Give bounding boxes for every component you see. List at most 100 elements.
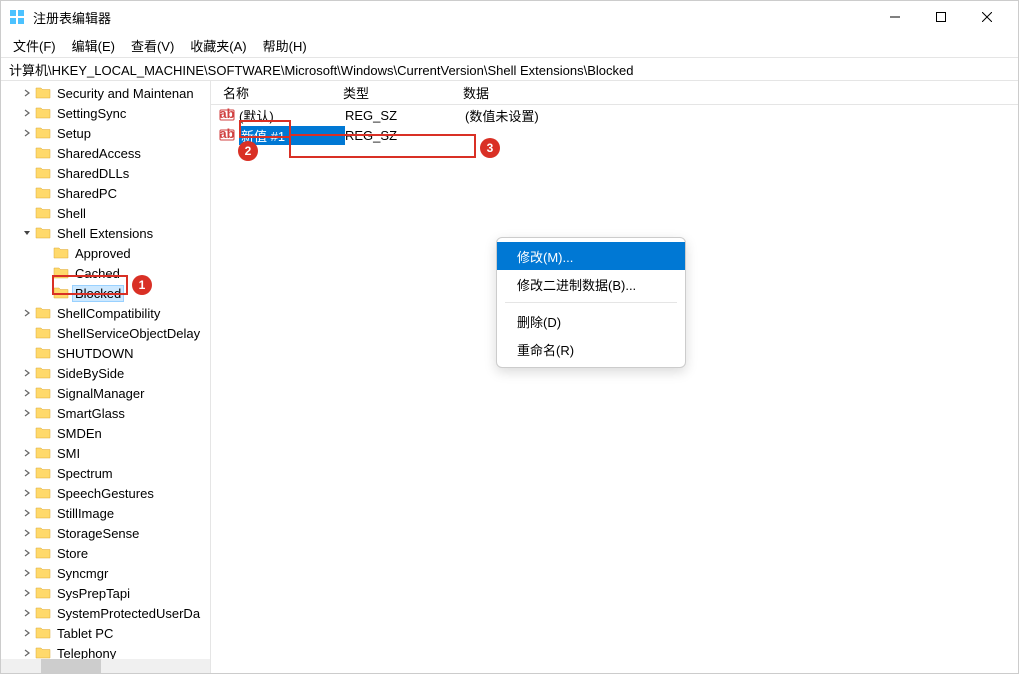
menu-favorites[interactable]: 收藏夹(A) [184, 34, 252, 57]
folder-icon [35, 365, 51, 381]
tree-item[interactable]: SettingSync [1, 103, 210, 123]
list-body[interactable]: ab (默认) REG_SZ (数值未设置) ab 新值 #1 REG_SZ [211, 105, 1018, 673]
chevron-right-icon[interactable] [19, 388, 35, 398]
chevron-right-icon[interactable] [19, 368, 35, 378]
folder-icon [35, 485, 51, 501]
tree-item[interactable]: Security and Maintenan [1, 83, 210, 103]
tree-item-label: Syncmgr [55, 566, 110, 581]
ctx-modify-binary[interactable]: 修改二进制数据(B)... [497, 270, 685, 298]
tree-item[interactable]: SharedAccess [1, 143, 210, 163]
address-bar[interactable]: 计算机\HKEY_LOCAL_MACHINE\SOFTWARE\Microsof… [1, 57, 1018, 81]
chevron-right-icon[interactable] [19, 88, 35, 98]
value-row[interactable]: ab (默认) REG_SZ (数值未设置) [211, 105, 1018, 125]
titlebar: 注册表编辑器 [1, 1, 1018, 33]
chevron-right-icon[interactable] [19, 528, 35, 538]
tree-pane[interactable]: Security and MaintenanSettingSync Setup Sh… [1, 81, 211, 673]
tree-item-label: SmartGlass [55, 406, 127, 421]
tree-item-label: Spectrum [55, 466, 115, 481]
tree-item-label: Shell [55, 206, 88, 221]
tree-item[interactable]: Store [1, 543, 210, 563]
chevron-right-icon[interactable] [19, 128, 35, 138]
chevron-right-icon[interactable] [19, 588, 35, 598]
menu-edit[interactable]: 编辑(E) [66, 34, 121, 57]
value-name: 新值 #1 [239, 126, 345, 145]
ctx-delete[interactable]: 删除(D) [497, 307, 685, 335]
tree-item[interactable]: SignalManager [1, 383, 210, 403]
tree-item[interactable]: StorageSense [1, 523, 210, 543]
chevron-right-icon[interactable] [19, 408, 35, 418]
tree-item[interactable]: Shell [1, 203, 210, 223]
tree-item[interactable]: SMI [1, 443, 210, 463]
window-title: 注册表编辑器 [33, 8, 872, 27]
tree-item[interactable]: Blocked [1, 283, 210, 303]
chevron-right-icon[interactable] [19, 488, 35, 498]
tree-item[interactable]: Approved [1, 243, 210, 263]
chevron-right-icon[interactable] [19, 608, 35, 618]
registry-editor-window: 注册表编辑器 文件(F) 编辑(E) 查看(V) 收藏夹(A) 帮助(H) 计算… [0, 0, 1019, 674]
tree-item[interactable]: SpeechGestures [1, 483, 210, 503]
horizontal-scrollbar[interactable] [1, 659, 210, 673]
tree-item[interactable]: Syncmgr [1, 563, 210, 583]
chevron-right-icon[interactable] [19, 628, 35, 638]
chevron-right-icon[interactable] [19, 448, 35, 458]
value-type: REG_SZ [345, 108, 465, 123]
chevron-right-icon[interactable] [19, 548, 35, 558]
tree-item[interactable]: SystemProtectedUserDa [1, 603, 210, 623]
tree-item[interactable]: SharedDLLs [1, 163, 210, 183]
ctx-rename[interactable]: 重命名(R) [497, 335, 685, 363]
folder-icon [35, 585, 51, 601]
folder-icon [35, 445, 51, 461]
tree-item[interactable]: SMDEn [1, 423, 210, 443]
folder-icon [35, 145, 51, 161]
tree-item[interactable]: Cached [1, 263, 210, 283]
tree-item-label: SHUTDOWN [55, 346, 136, 361]
close-button[interactable] [964, 1, 1010, 33]
menu-file[interactable]: 文件(F) [7, 34, 62, 57]
chevron-down-icon[interactable] [19, 228, 35, 238]
tree-item-label: SMI [55, 446, 82, 461]
chevron-right-icon[interactable] [19, 568, 35, 578]
column-header-name[interactable]: 名称 [211, 81, 331, 104]
tree-item[interactable]: SideBySide [1, 363, 210, 383]
scrollbar-thumb[interactable] [41, 659, 101, 673]
menubar: 文件(F) 编辑(E) 查看(V) 收藏夹(A) 帮助(H) [1, 33, 1018, 57]
folder-icon [35, 85, 51, 101]
folder-icon [35, 565, 51, 581]
column-header-type[interactable]: 类型 [331, 81, 451, 104]
maximize-button[interactable] [918, 1, 964, 33]
menu-view[interactable]: 查看(V) [125, 34, 180, 57]
tree-item[interactable]: Shell Extensions [1, 223, 210, 243]
tree-item[interactable]: ShellCompatibility [1, 303, 210, 323]
tree-item[interactable]: Tablet PC [1, 623, 210, 643]
tree-item[interactable]: SmartGlass [1, 403, 210, 423]
tree-item[interactable]: Spectrum [1, 463, 210, 483]
value-row[interactable]: ab 新值 #1 REG_SZ [211, 125, 1018, 145]
tree-item-label: SideBySide [55, 366, 126, 381]
chevron-right-icon[interactable] [19, 468, 35, 478]
tree-item-label: Setup [55, 126, 93, 141]
tree-list: Security and MaintenanSettingSync Setup Sh… [1, 81, 210, 665]
minimize-button[interactable] [872, 1, 918, 33]
tree-item[interactable]: SysPrepTapi [1, 583, 210, 603]
window-controls [872, 1, 1010, 33]
folder-icon [35, 105, 51, 121]
ctx-modify[interactable]: 修改(M)... [497, 242, 685, 270]
tree-item[interactable]: StillImage [1, 503, 210, 523]
value-data: (数值未设置) [465, 106, 1018, 125]
tree-item[interactable]: SharedPC [1, 183, 210, 203]
svg-text:ab: ab [219, 127, 234, 141]
chevron-right-icon[interactable] [19, 648, 35, 658]
tree-item-label: ShellServiceObjectDelay [55, 326, 202, 341]
chevron-right-icon[interactable] [19, 308, 35, 318]
tree-item[interactable]: ShellServiceObjectDelay [1, 323, 210, 343]
folder-icon [35, 425, 51, 441]
tree-item-label: Blocked [73, 286, 123, 301]
column-header-data[interactable]: 数据 [451, 81, 1018, 104]
chevron-right-icon[interactable] [19, 108, 35, 118]
tree-item[interactable]: SHUTDOWN [1, 343, 210, 363]
tree-item[interactable]: Setup [1, 123, 210, 143]
menu-help[interactable]: 帮助(H) [257, 34, 313, 57]
tree-item-label: Cached [73, 266, 122, 281]
tree-item-label: SharedPC [55, 186, 119, 201]
chevron-right-icon[interactable] [19, 508, 35, 518]
